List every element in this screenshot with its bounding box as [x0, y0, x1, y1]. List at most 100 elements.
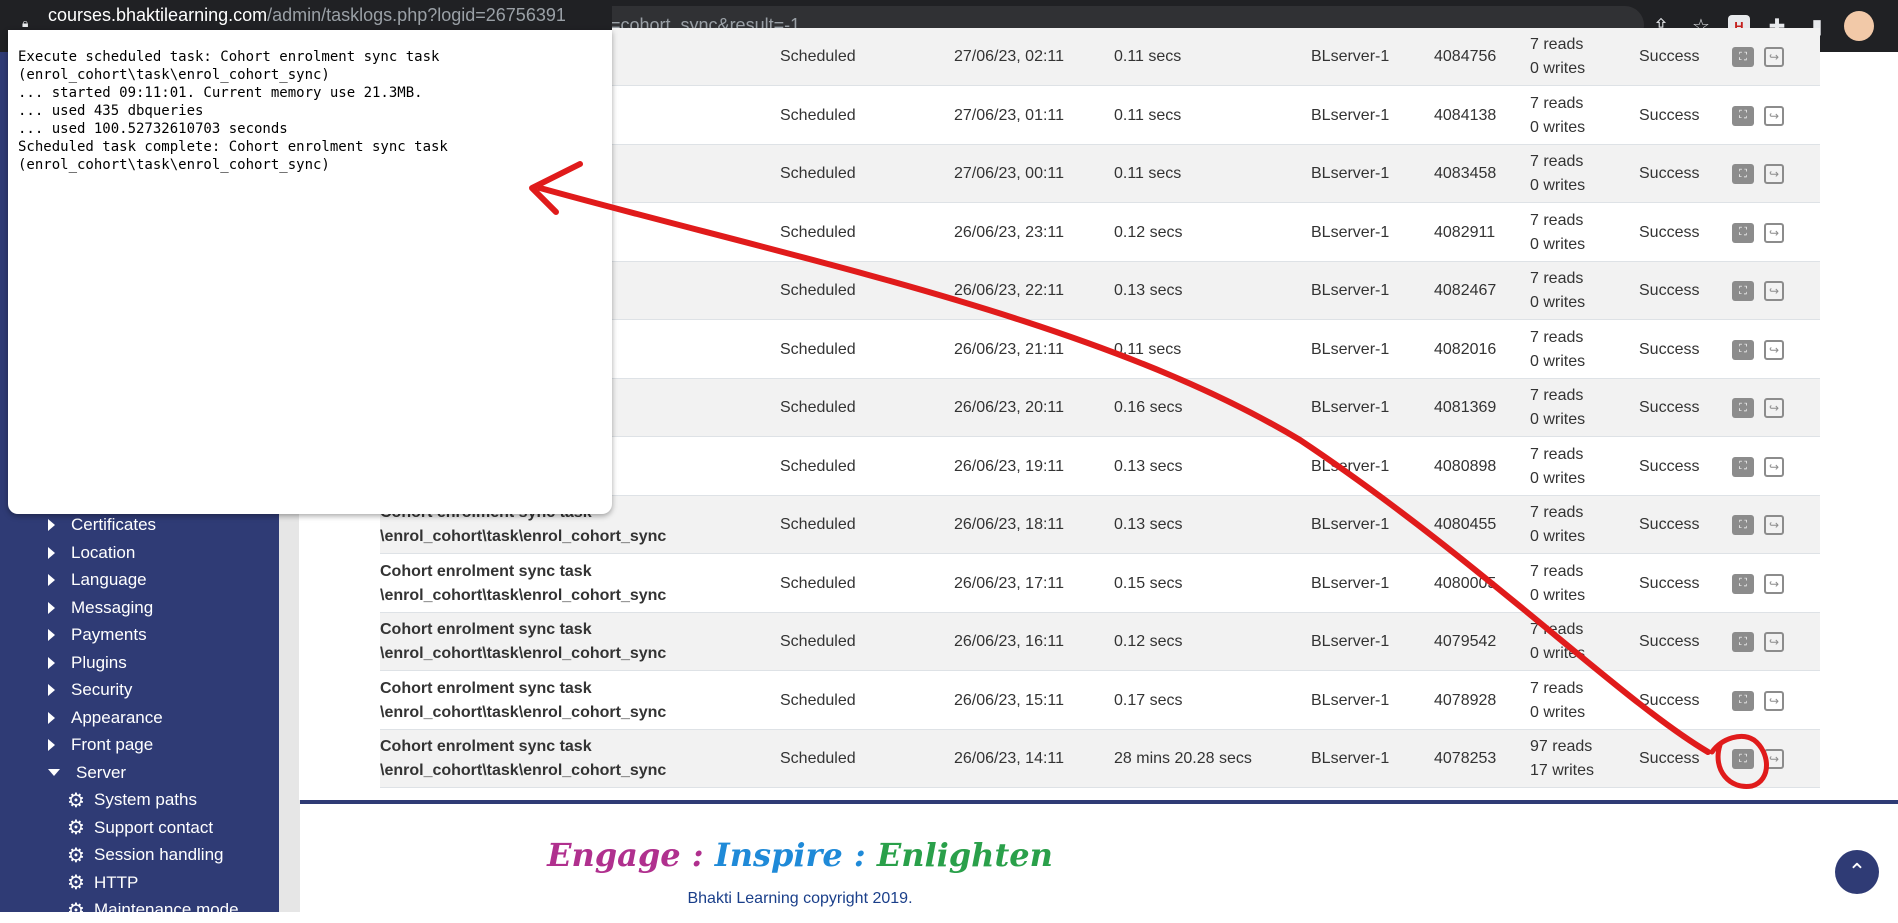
back-to-top-button[interactable]: ⌃: [1835, 850, 1879, 894]
download-log-icon[interactable]: ↪: [1764, 632, 1784, 652]
db-writes: 0 writes: [1530, 60, 1586, 77]
db-reads: 7 reads: [1530, 153, 1584, 170]
download-log-icon[interactable]: ↪: [1764, 47, 1784, 67]
download-log-icon[interactable]: ↪: [1764, 515, 1784, 535]
view-log-binoculars-icon[interactable]: ⛶: [1732, 749, 1754, 769]
result-cell: Success: [1639, 106, 1700, 124]
gear-icon: ⚙: [67, 872, 85, 894]
db-reads: 7 reads: [1530, 621, 1584, 638]
tagline-separator: :: [691, 836, 704, 874]
download-log-icon[interactable]: ↪: [1764, 105, 1784, 126]
db-io-cell: 7 reads 0 writes: [1530, 555, 1640, 613]
db-io-cell: 7 reads 0 writes: [1530, 262, 1640, 320]
view-log-binoculars-icon[interactable]: ⛶: [1732, 515, 1754, 535]
start-cell: 26/06/23, 14:11: [954, 750, 1065, 767]
view-log-binoculars-icon[interactable]: ⛶: [1732, 690, 1754, 711]
sidebar-item[interactable]: Security: [48, 677, 132, 703]
download-log-icon[interactable]: ↪: [1764, 690, 1784, 711]
download-log-icon[interactable]: ↪: [1764, 573, 1784, 594]
host-cell: BLserver-1: [1311, 223, 1390, 241]
chevron-up-icon: ⌃: [1847, 859, 1867, 884]
pid-cell: 4084756: [1434, 48, 1497, 65]
profile-avatar[interactable]: [1844, 11, 1874, 41]
db-reads: 7 reads: [1530, 270, 1584, 287]
view-log-binoculars-icon[interactable]: ⛶: [1732, 573, 1754, 594]
pid-cell: 4082467: [1434, 282, 1497, 299]
type-cell: Scheduled: [780, 340, 856, 358]
view-log-binoculars-icon[interactable]: ⛶: [1732, 339, 1754, 360]
popup-url-path: /admin/tasklogs.php?logid=26756391: [267, 5, 566, 25]
duration-cell: 0.13 secs: [1114, 457, 1183, 475]
result-cell: Success: [1639, 165, 1700, 182]
task-classname: \enrol_cohort\task\enrol_cohort_sync: [380, 528, 667, 545]
view-log-binoculars-icon[interactable]: ⛶: [1732, 47, 1754, 67]
db-reads: 7 reads: [1530, 504, 1584, 521]
sidebar-item[interactable]: Server: [48, 760, 126, 786]
result-cell: Success: [1639, 457, 1700, 475]
actions-cell: ⛶ ↪: [1732, 262, 1802, 320]
start-cell: 26/06/23, 19:11: [954, 457, 1065, 475]
actions-cell: ⛶ ↪: [1732, 496, 1802, 554]
view-log-binoculars-icon[interactable]: ⛶: [1732, 164, 1754, 184]
host-cell: BLserver-1: [1311, 340, 1390, 358]
caret-right-icon: [48, 684, 55, 696]
db-io-cell: 7 reads 0 writes: [1530, 321, 1640, 379]
sidebar-item[interactable]: Location: [48, 540, 135, 566]
sidebar-item[interactable]: Certificates: [48, 512, 156, 538]
sidebar-subitem[interactable]: ⚙ Support contact: [66, 815, 213, 841]
view-log-binoculars-icon[interactable]: ⛶: [1732, 456, 1754, 477]
download-log-icon[interactable]: ↪: [1764, 339, 1784, 360]
start-cell: 26/06/23, 23:11: [954, 223, 1065, 241]
start-cell: 26/06/23, 17:11: [954, 574, 1065, 592]
sidebar-item[interactable]: Language: [48, 567, 147, 593]
actions-cell: ⛶ ↪: [1732, 555, 1802, 613]
db-writes: 0 writes: [1530, 294, 1586, 311]
sidebar-subitem[interactable]: ⚙ HTTP: [66, 870, 138, 896]
view-log-binoculars-icon[interactable]: ⛶: [1732, 281, 1754, 301]
sidebar-item[interactable]: Payments: [48, 622, 147, 648]
db-writes: 0 writes: [1530, 645, 1586, 662]
host-cell: BLserver-1: [1311, 165, 1390, 182]
caret-down-icon: [48, 769, 60, 776]
db-io-cell: 7 reads 0 writes: [1530, 613, 1640, 671]
pid-cell: 4081369: [1434, 399, 1497, 416]
sidebar-subitem[interactable]: ⚙ Session handling: [66, 842, 223, 868]
download-log-icon[interactable]: ↪: [1764, 281, 1784, 301]
db-reads: 7 reads: [1530, 679, 1584, 697]
sidebar-item[interactable]: Messaging: [48, 595, 153, 621]
duration-cell: 28 mins 20.28 secs: [1114, 750, 1252, 767]
sidebar-subitem[interactable]: ⚙ System paths: [66, 787, 197, 813]
actions-cell: ⛶ ↪: [1732, 145, 1802, 203]
download-log-icon[interactable]: ↪: [1764, 222, 1784, 243]
view-log-binoculars-icon[interactable]: ⛶: [1732, 105, 1754, 126]
popup-address-bar[interactable]: 🔒︎ courses.bhaktilearning.com/admin/task…: [0, 0, 612, 30]
db-io-cell: 7 reads 0 writes: [1530, 438, 1640, 496]
download-log-icon[interactable]: ↪: [1764, 398, 1784, 418]
caret-right-icon: [48, 629, 55, 641]
download-log-icon[interactable]: ↪: [1764, 164, 1784, 184]
sidebar-subitem[interactable]: ⚙ Maintenance mode: [66, 897, 239, 923]
view-log-binoculars-icon[interactable]: ⛶: [1732, 632, 1754, 652]
db-reads: 7 reads: [1530, 211, 1584, 229]
popup-url-host: courses.bhaktilearning.com: [48, 5, 268, 25]
sidebar-item[interactable]: Front page: [48, 732, 153, 758]
sidebar-item-label: Certificates: [71, 515, 157, 534]
duration-cell: 0.17 secs: [1114, 691, 1183, 709]
view-log-binoculars-icon[interactable]: ⛶: [1732, 222, 1754, 243]
caret-right-icon: [48, 711, 55, 724]
view-log-binoculars-icon[interactable]: ⛶: [1732, 398, 1754, 418]
download-log-icon[interactable]: ↪: [1764, 749, 1784, 769]
tagline-enlighten: Enlighten: [876, 836, 1053, 874]
host-cell: BLserver-1: [1311, 106, 1390, 124]
host-cell: BLserver-1: [1311, 457, 1390, 475]
sidebar-item-label: Front page: [71, 735, 154, 754]
sidebar-item[interactable]: Plugins: [48, 650, 127, 676]
tagline-engage: Engage: [547, 836, 681, 874]
pid-cell: 4078253: [1434, 750, 1497, 767]
type-cell: Scheduled: [780, 282, 856, 299]
db-reads: 97 reads: [1530, 738, 1593, 755]
start-cell: 27/06/23, 02:11: [954, 48, 1065, 65]
host-cell: BLserver-1: [1311, 750, 1390, 767]
sidebar-item[interactable]: Appearance: [48, 705, 163, 731]
download-log-icon[interactable]: ↪: [1764, 456, 1784, 477]
